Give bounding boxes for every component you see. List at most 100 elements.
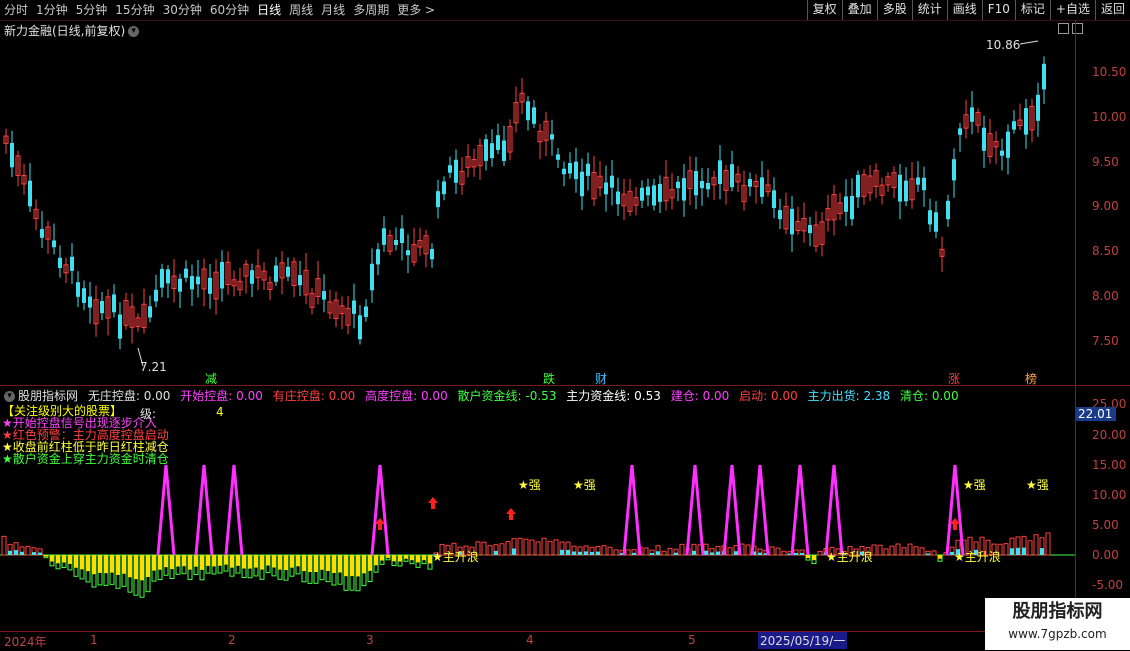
- candle-body: [436, 191, 440, 208]
- indicator-bar-yellow: [812, 555, 816, 561]
- signal-spike: [824, 464, 844, 556]
- event-tag-reduce[interactable]: 减: [205, 370, 217, 387]
- candle-body: [208, 277, 212, 294]
- watermark-url: www.7gpzb.com: [1008, 627, 1107, 641]
- candle-body: [352, 300, 356, 314]
- indicator-bar-red: [745, 544, 751, 556]
- event-tag-fall[interactable]: 跌: [543, 370, 555, 387]
- indicator-bar-yellow: [290, 555, 294, 568]
- candle-body: [952, 159, 956, 181]
- indicator-axis-label: 0.00: [1092, 548, 1119, 562]
- indicator-name[interactable]: 股朋指标网: [18, 389, 78, 403]
- candle-body: [982, 127, 986, 151]
- candle-body: [676, 181, 680, 189]
- indicator-bar-cyan: [656, 551, 660, 555]
- candle-body: [184, 268, 188, 278]
- indicator-item: 散户资金线: -0.53: [457, 389, 557, 403]
- event-tag-finance[interactable]: 财: [595, 370, 607, 387]
- candle-body: [922, 177, 926, 191]
- indicator-axis-label: 5.00: [1092, 518, 1119, 532]
- indicator-bar-yellow: [218, 555, 222, 566]
- candle-body: [850, 195, 854, 220]
- candle-body: [442, 181, 446, 195]
- indicator-bar-yellow: [236, 555, 240, 566]
- candle-body: [718, 160, 722, 184]
- watermark-title: 股朋指标网: [1012, 601, 1103, 622]
- indicator-bar-red: [25, 545, 31, 556]
- indicator-bar-yellow: [224, 555, 228, 565]
- indicator-bar-red: [931, 550, 937, 556]
- low-price-label: 7.21: [140, 360, 167, 374]
- indicator-bar-cyan: [32, 552, 36, 555]
- rise-wave-label: ★主升浪: [432, 550, 479, 564]
- candle-body: [250, 270, 254, 284]
- candle-body: [682, 178, 686, 201]
- candle-body: [562, 168, 566, 175]
- indicator-bar-red: [1033, 534, 1039, 556]
- indicator-bar-red: [523, 538, 529, 556]
- indicator-bar-yellow: [200, 555, 204, 570]
- indicator-bar-cyan: [1010, 548, 1014, 555]
- strong-label: ★强: [573, 478, 596, 492]
- indicator-bar-cyan: [926, 553, 930, 555]
- indicator-bar-red: [877, 544, 883, 556]
- candle-body: [778, 210, 782, 220]
- signal-spike: [194, 464, 214, 556]
- indicator-bar-yellow: [338, 555, 342, 573]
- candle-body: [88, 296, 92, 308]
- candle-body: [496, 135, 500, 150]
- indicator-bar-yellow: [50, 555, 54, 562]
- event-tag-list[interactable]: 榜: [1025, 370, 1037, 387]
- indicator-bar-yellow: [314, 555, 318, 572]
- indicator-bar-yellow: [386, 555, 390, 558]
- candle-body: [454, 159, 458, 183]
- level-value: 4: [216, 405, 224, 419]
- candle-body: [220, 262, 224, 289]
- event-tag-rise[interactable]: 涨: [948, 370, 960, 387]
- strong-label: ★强: [1026, 478, 1049, 492]
- candle-body: [616, 191, 620, 205]
- indicator-bar-red: [775, 547, 781, 556]
- indicator-bar-yellow: [938, 555, 942, 559]
- candle-body: [154, 289, 158, 302]
- indicator-bar-red: [727, 547, 733, 556]
- candle-body: [1006, 131, 1010, 158]
- indicator-bar-red: [613, 549, 619, 556]
- candle-body: [928, 210, 932, 225]
- indicator-bar-red: [505, 541, 511, 556]
- indicator-bar-yellow: [68, 555, 72, 564]
- indicator-bar-yellow: [242, 555, 246, 569]
- signal-spike: [722, 464, 742, 556]
- indicator-bar-yellow: [344, 555, 348, 577]
- indicator-bar-cyan: [710, 552, 714, 555]
- signal-spike: [224, 464, 244, 556]
- indicator-axis-label: 10.00: [1092, 488, 1127, 502]
- candle-body: [382, 228, 386, 245]
- candle-body: [448, 165, 452, 173]
- indicator-bar-red: [601, 545, 607, 556]
- indicator-bar-yellow: [74, 555, 78, 568]
- chevron-down-icon[interactable]: ▾: [4, 391, 15, 402]
- candle-body: [610, 175, 614, 188]
- indicator-bar-red: [913, 546, 919, 556]
- candle-body: [844, 196, 848, 212]
- candle-body: [760, 177, 764, 197]
- high-price-label: 10.86: [986, 38, 1021, 52]
- indicator-bar-yellow: [308, 555, 312, 573]
- indicator-bar-yellow: [416, 555, 420, 563]
- candle-body: [298, 275, 302, 286]
- signal-spike: [945, 464, 965, 556]
- indicator-bar-cyan: [758, 552, 762, 555]
- strong-label: ★强: [518, 478, 541, 492]
- indicator-bar-red: [1003, 543, 1009, 556]
- signal-spike: [685, 464, 705, 556]
- candle-body: [406, 250, 410, 256]
- indicator-bar-yellow: [374, 555, 378, 566]
- indicator-bar-cyan: [578, 551, 582, 555]
- indicator-bar-yellow: [86, 555, 90, 572]
- signal-spike: [622, 464, 642, 556]
- indicator-item: 启动: 0.00: [739, 389, 798, 403]
- indicator-bar-yellow: [350, 555, 354, 577]
- indicator-bar-yellow: [152, 555, 156, 571]
- indicator-bar-red: [643, 547, 649, 556]
